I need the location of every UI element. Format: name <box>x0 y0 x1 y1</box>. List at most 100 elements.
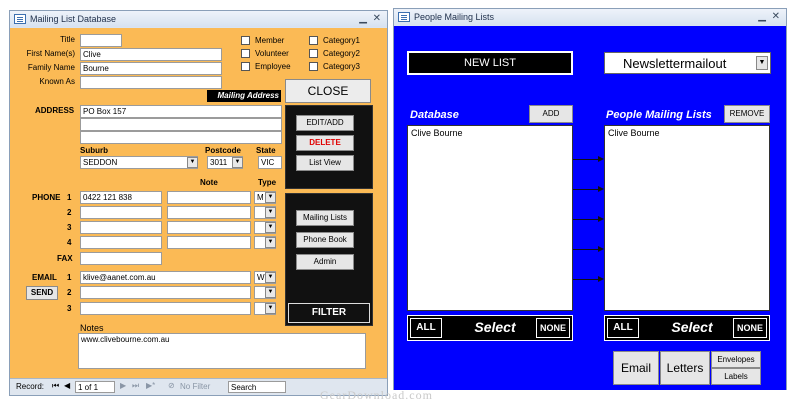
list-view-button[interactable]: List View <box>296 155 354 171</box>
category1-checkbox[interactable] <box>309 36 318 45</box>
people-select-bar: ALL Select NONE <box>604 315 770 341</box>
title-label: Title <box>60 35 75 44</box>
email-button[interactable]: Email <box>613 351 659 385</box>
no-filter-label[interactable]: No Filter <box>180 382 210 391</box>
select-none-button[interactable]: NONE <box>733 318 767 338</box>
labels-button[interactable]: Labels <box>711 368 761 385</box>
phone-3-note-field[interactable] <box>167 221 251 234</box>
phone-1-field[interactable]: 0422 121 838 <box>80 191 162 204</box>
select-all-button[interactable]: ALL <box>410 318 442 338</box>
filter-button[interactable]: FILTER <box>288 303 370 323</box>
people-lists-form: NEW LIST Newslettermailout ▼ Database AD… <box>394 26 786 390</box>
admin-button[interactable]: Admin <box>296 254 354 270</box>
member-checkbox[interactable] <box>241 36 250 45</box>
arrow-connector <box>573 216 604 222</box>
volunteer-checkbox[interactable] <box>241 49 250 58</box>
delete-button[interactable]: DELETE <box>296 135 354 151</box>
address-label: ADDRESS <box>35 106 75 115</box>
send-button[interactable]: SEND <box>26 286 58 300</box>
mailing-address-header: Mailing Address <box>207 90 281 102</box>
first-names-field[interactable]: Clive <box>80 48 222 61</box>
address-line3-field[interactable] <box>80 131 282 144</box>
state-label: State <box>256 146 276 155</box>
first-record-icon[interactable]: ⏮ <box>52 381 59 391</box>
employee-checkbox[interactable] <box>241 62 250 71</box>
phone-2-field[interactable] <box>80 206 162 219</box>
family-name-label: Family Name <box>27 63 75 72</box>
email-2-type-dropdown-icon[interactable]: ▼ <box>265 287 276 298</box>
remove-button[interactable]: REMOVE <box>724 105 770 123</box>
suburb-field[interactable]: SEDDON <box>80 156 198 169</box>
postcode-dropdown-icon[interactable]: ▼ <box>232 157 243 168</box>
record-number-field[interactable]: 1 of 1 <box>75 381 115 393</box>
add-button[interactable]: ADD <box>529 105 573 123</box>
arrow-connector <box>573 186 604 192</box>
phone-1-note-field[interactable] <box>167 191 251 204</box>
email-3-field[interactable] <box>80 302 251 315</box>
list-item[interactable]: Clive Bourne <box>411 128 569 138</box>
email-2-field[interactable] <box>80 286 251 299</box>
phone-num-2: 2 <box>67 208 72 217</box>
phone-4-type-dropdown-icon[interactable]: ▼ <box>265 237 276 248</box>
window-title: People Mailing Lists <box>414 12 495 22</box>
phone-num-1: 1 <box>67 193 72 202</box>
select-none-button[interactable]: NONE <box>536 318 570 338</box>
email-label: EMAIL <box>32 273 57 282</box>
close-icon[interactable]: ✕ <box>373 11 381 27</box>
close-icon[interactable]: ✕ <box>772 9 780 25</box>
address-line2-field[interactable] <box>80 118 282 131</box>
envelopes-button[interactable]: Envelopes <box>711 351 761 368</box>
contact-form: Title First Name(s) Clive Family Name Bo… <box>10 28 387 389</box>
family-name-field[interactable]: Bourne <box>80 62 222 75</box>
record-label: Record: <box>16 382 45 391</box>
phone-2-type-dropdown-icon[interactable]: ▼ <box>265 207 276 218</box>
edit-add-button[interactable]: EDIT/ADD <box>296 115 354 131</box>
email-1-field[interactable]: klive@aanet.com.au <box>80 271 251 284</box>
known-as-field[interactable] <box>80 76 222 89</box>
phone-3-type-dropdown-icon[interactable]: ▼ <box>265 222 276 233</box>
search-field[interactable]: Search <box>228 381 286 393</box>
minimize-icon[interactable]: ▁ <box>758 9 766 25</box>
letters-button[interactable]: Letters <box>660 351 710 385</box>
mailing-list-window: Mailing List Database ▁ ✕ Title First Na… <box>9 10 388 396</box>
phone-4-field[interactable] <box>80 236 162 249</box>
select-all-button[interactable]: ALL <box>607 318 639 338</box>
known-as-label: Known As <box>39 77 75 86</box>
form-icon <box>14 14 26 24</box>
filter-icon: ⊘ <box>168 381 175 390</box>
select-label: Select <box>671 319 713 335</box>
minimize-icon[interactable]: ▁ <box>359 11 367 27</box>
category1-label: Category1 <box>323 36 360 45</box>
email-1-type-dropdown-icon[interactable]: ▼ <box>265 272 276 283</box>
volunteer-label: Volunteer <box>255 49 289 58</box>
new-record-icon[interactable]: ▶* <box>146 381 155 390</box>
email-num-1: 1 <box>67 273 72 282</box>
phone-2-note-field[interactable] <box>167 206 251 219</box>
suburb-dropdown-icon[interactable]: ▼ <box>187 157 198 168</box>
mailing-list-select[interactable]: Newslettermailout ▼ <box>604 52 771 74</box>
notes-field[interactable]: www.clivebourne.com.au <box>78 333 366 369</box>
email-3-type-dropdown-icon[interactable]: ▼ <box>265 303 276 314</box>
title-field[interactable] <box>80 34 122 47</box>
mailing-list-select-value: Newslettermailout <box>623 56 727 71</box>
last-record-icon[interactable]: ⏭ <box>132 381 139 391</box>
phone-book-button[interactable]: Phone Book <box>296 232 354 248</box>
address-line1-field[interactable]: PO Box 157 <box>80 105 282 118</box>
category2-checkbox[interactable] <box>309 49 318 58</box>
previous-record-icon[interactable]: ◀ <box>64 381 70 390</box>
new-list-button[interactable]: NEW LIST <box>407 51 573 75</box>
phone-4-note-field[interactable] <box>167 236 251 249</box>
mailing-lists-button[interactable]: Mailing Lists <box>296 210 354 226</box>
category3-checkbox[interactable] <box>309 62 318 71</box>
list-item[interactable]: Clive Bourne <box>608 128 766 138</box>
phone-3-field[interactable] <box>80 221 162 234</box>
people-listbox[interactable]: Clive Bourne <box>604 125 770 311</box>
state-field[interactable]: VIC <box>258 156 282 169</box>
database-listbox[interactable]: Clive Bourne <box>407 125 573 311</box>
next-record-icon[interactable]: ▶ <box>120 381 126 390</box>
close-button[interactable]: CLOSE <box>285 79 371 103</box>
watermark: GearDownload.com <box>320 388 433 402</box>
phone-1-type-dropdown-icon[interactable]: ▼ <box>265 192 276 203</box>
fax-field[interactable] <box>80 252 162 265</box>
chevron-down-icon[interactable]: ▼ <box>756 56 768 70</box>
